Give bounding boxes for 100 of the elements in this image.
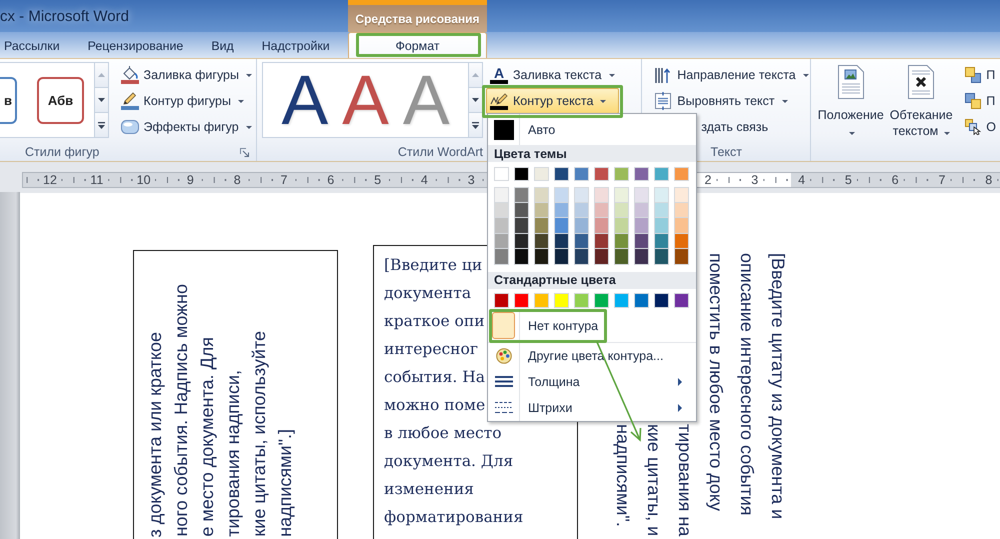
color-swatch[interactable] bbox=[614, 218, 629, 234]
color-swatch[interactable] bbox=[554, 249, 569, 265]
text-direction-button[interactable]: Направление текста bbox=[650, 62, 813, 88]
color-swatch[interactable] bbox=[654, 218, 669, 234]
color-swatch[interactable] bbox=[634, 167, 649, 181]
color-swatch[interactable] bbox=[534, 202, 549, 218]
color-swatch[interactable] bbox=[494, 249, 509, 265]
color-swatch[interactable] bbox=[534, 249, 549, 265]
shape-outline-button[interactable]: Контур фигуры bbox=[116, 88, 256, 114]
color-swatch[interactable] bbox=[494, 187, 509, 203]
shape-style-preview[interactable]: Абв bbox=[37, 76, 84, 124]
color-swatch[interactable] bbox=[634, 202, 649, 218]
color-swatch[interactable] bbox=[494, 218, 509, 234]
squares-cursor-icon bbox=[965, 119, 982, 135]
color-swatch[interactable] bbox=[634, 218, 649, 234]
wordart-style-sample[interactable]: A bbox=[281, 65, 328, 135]
more-button[interactable] bbox=[469, 113, 483, 138]
color-swatch[interactable] bbox=[654, 187, 669, 203]
color-swatch[interactable] bbox=[554, 234, 569, 250]
ribbon-tab[interactable]: Надстройки bbox=[248, 32, 344, 58]
color-swatch[interactable] bbox=[554, 167, 569, 181]
ribbon-button[interactable]: П bbox=[961, 88, 1000, 114]
menu-item[interactable]: Штрихи bbox=[488, 394, 696, 421]
color-swatch[interactable] bbox=[674, 202, 689, 218]
color-swatch[interactable] bbox=[534, 187, 549, 203]
ribbon-tab[interactable]: Формат bbox=[348, 32, 487, 58]
color-swatch[interactable] bbox=[494, 234, 509, 250]
color-swatch[interactable] bbox=[514, 234, 529, 250]
color-swatch[interactable] bbox=[574, 249, 589, 265]
color-swatch[interactable] bbox=[614, 234, 629, 250]
color-swatch[interactable] bbox=[594, 234, 609, 250]
color-swatch[interactable] bbox=[574, 187, 589, 203]
color-swatch[interactable] bbox=[534, 292, 549, 308]
color-swatch[interactable] bbox=[614, 187, 629, 203]
color-swatch[interactable] bbox=[674, 187, 689, 203]
color-swatch[interactable] bbox=[494, 202, 509, 218]
scroll-down-button[interactable] bbox=[94, 88, 109, 113]
color-swatch[interactable] bbox=[554, 187, 569, 203]
color-swatch[interactable] bbox=[654, 167, 669, 181]
color-swatch[interactable] bbox=[594, 292, 609, 308]
color-swatch[interactable] bbox=[634, 187, 649, 203]
color-swatch[interactable] bbox=[514, 167, 529, 181]
color-swatch[interactable] bbox=[514, 187, 529, 203]
color-swatch[interactable] bbox=[514, 292, 529, 308]
shape-style-preview[interactable]: в bbox=[0, 76, 17, 124]
color-swatch[interactable] bbox=[514, 249, 529, 265]
menu-item[interactable]: Толщина bbox=[488, 368, 696, 395]
color-swatch[interactable] bbox=[594, 249, 609, 265]
color-swatch[interactable] bbox=[674, 292, 689, 308]
position-button[interactable]: Положение bbox=[814, 62, 888, 143]
color-swatch[interactable] bbox=[614, 202, 629, 218]
color-swatch[interactable] bbox=[614, 292, 629, 308]
color-swatch[interactable] bbox=[554, 292, 569, 308]
color-swatch[interactable] bbox=[514, 202, 529, 218]
color-swatch[interactable] bbox=[654, 249, 669, 265]
ribbon-tab[interactable]: Вид bbox=[197, 32, 248, 58]
text-fill-button[interactable]: A Заливка текста bbox=[486, 62, 619, 88]
wrap-text-button[interactable]: Обтекание текстом bbox=[887, 62, 956, 143]
color-swatch[interactable] bbox=[674, 234, 689, 250]
color-swatch[interactable] bbox=[614, 249, 629, 265]
color-swatch[interactable] bbox=[554, 202, 569, 218]
color-swatch[interactable] bbox=[634, 292, 649, 308]
text-line: в любое место bbox=[384, 423, 502, 444]
ribbon-tab[interactable]: Рассылки bbox=[0, 32, 74, 58]
dialog-launcher-icon[interactable] bbox=[240, 148, 249, 156]
shape-effects-button[interactable]: Эффекты фигур bbox=[116, 114, 256, 140]
color-swatch[interactable] bbox=[534, 167, 549, 181]
color-swatch[interactable] bbox=[674, 249, 689, 265]
color-swatch[interactable] bbox=[514, 218, 529, 234]
color-swatch[interactable] bbox=[594, 202, 609, 218]
color-swatch[interactable] bbox=[554, 218, 569, 234]
color-swatch[interactable] bbox=[614, 167, 629, 181]
shape-fill-button[interactable]: Заливка фигуры bbox=[116, 62, 256, 88]
ribbon-button[interactable]: П bbox=[961, 62, 1000, 88]
color-swatch[interactable] bbox=[634, 249, 649, 265]
color-swatch[interactable] bbox=[494, 167, 509, 181]
create-link-button[interactable]: здать связь bbox=[650, 114, 813, 140]
color-swatch[interactable] bbox=[574, 218, 589, 234]
color-swatch[interactable] bbox=[574, 234, 589, 250]
caret-down-icon bbox=[472, 98, 479, 102]
ribbon-tab[interactable]: Рецензирование bbox=[74, 32, 198, 58]
color-swatch[interactable] bbox=[534, 234, 549, 250]
color-swatch[interactable] bbox=[574, 202, 589, 218]
ribbon-button[interactable]: О bbox=[961, 114, 1000, 140]
color-swatch[interactable] bbox=[534, 218, 549, 234]
color-swatch[interactable] bbox=[634, 234, 649, 250]
color-swatch[interactable] bbox=[594, 218, 609, 234]
color-swatch[interactable] bbox=[674, 167, 689, 181]
color-swatch[interactable] bbox=[594, 167, 609, 181]
color-swatch[interactable] bbox=[654, 202, 669, 218]
color-swatch[interactable] bbox=[654, 292, 669, 308]
color-swatch[interactable] bbox=[574, 292, 589, 308]
more-button[interactable] bbox=[94, 113, 109, 138]
color-swatch[interactable] bbox=[574, 167, 589, 181]
wordart-style-sample[interactable]: A bbox=[342, 65, 389, 135]
color-swatch[interactable] bbox=[654, 234, 669, 250]
color-swatch[interactable] bbox=[594, 187, 609, 203]
menu-item[interactable]: Нет контура bbox=[488, 310, 696, 343]
color-swatch[interactable] bbox=[494, 292, 509, 308]
color-swatch[interactable] bbox=[674, 218, 689, 234]
